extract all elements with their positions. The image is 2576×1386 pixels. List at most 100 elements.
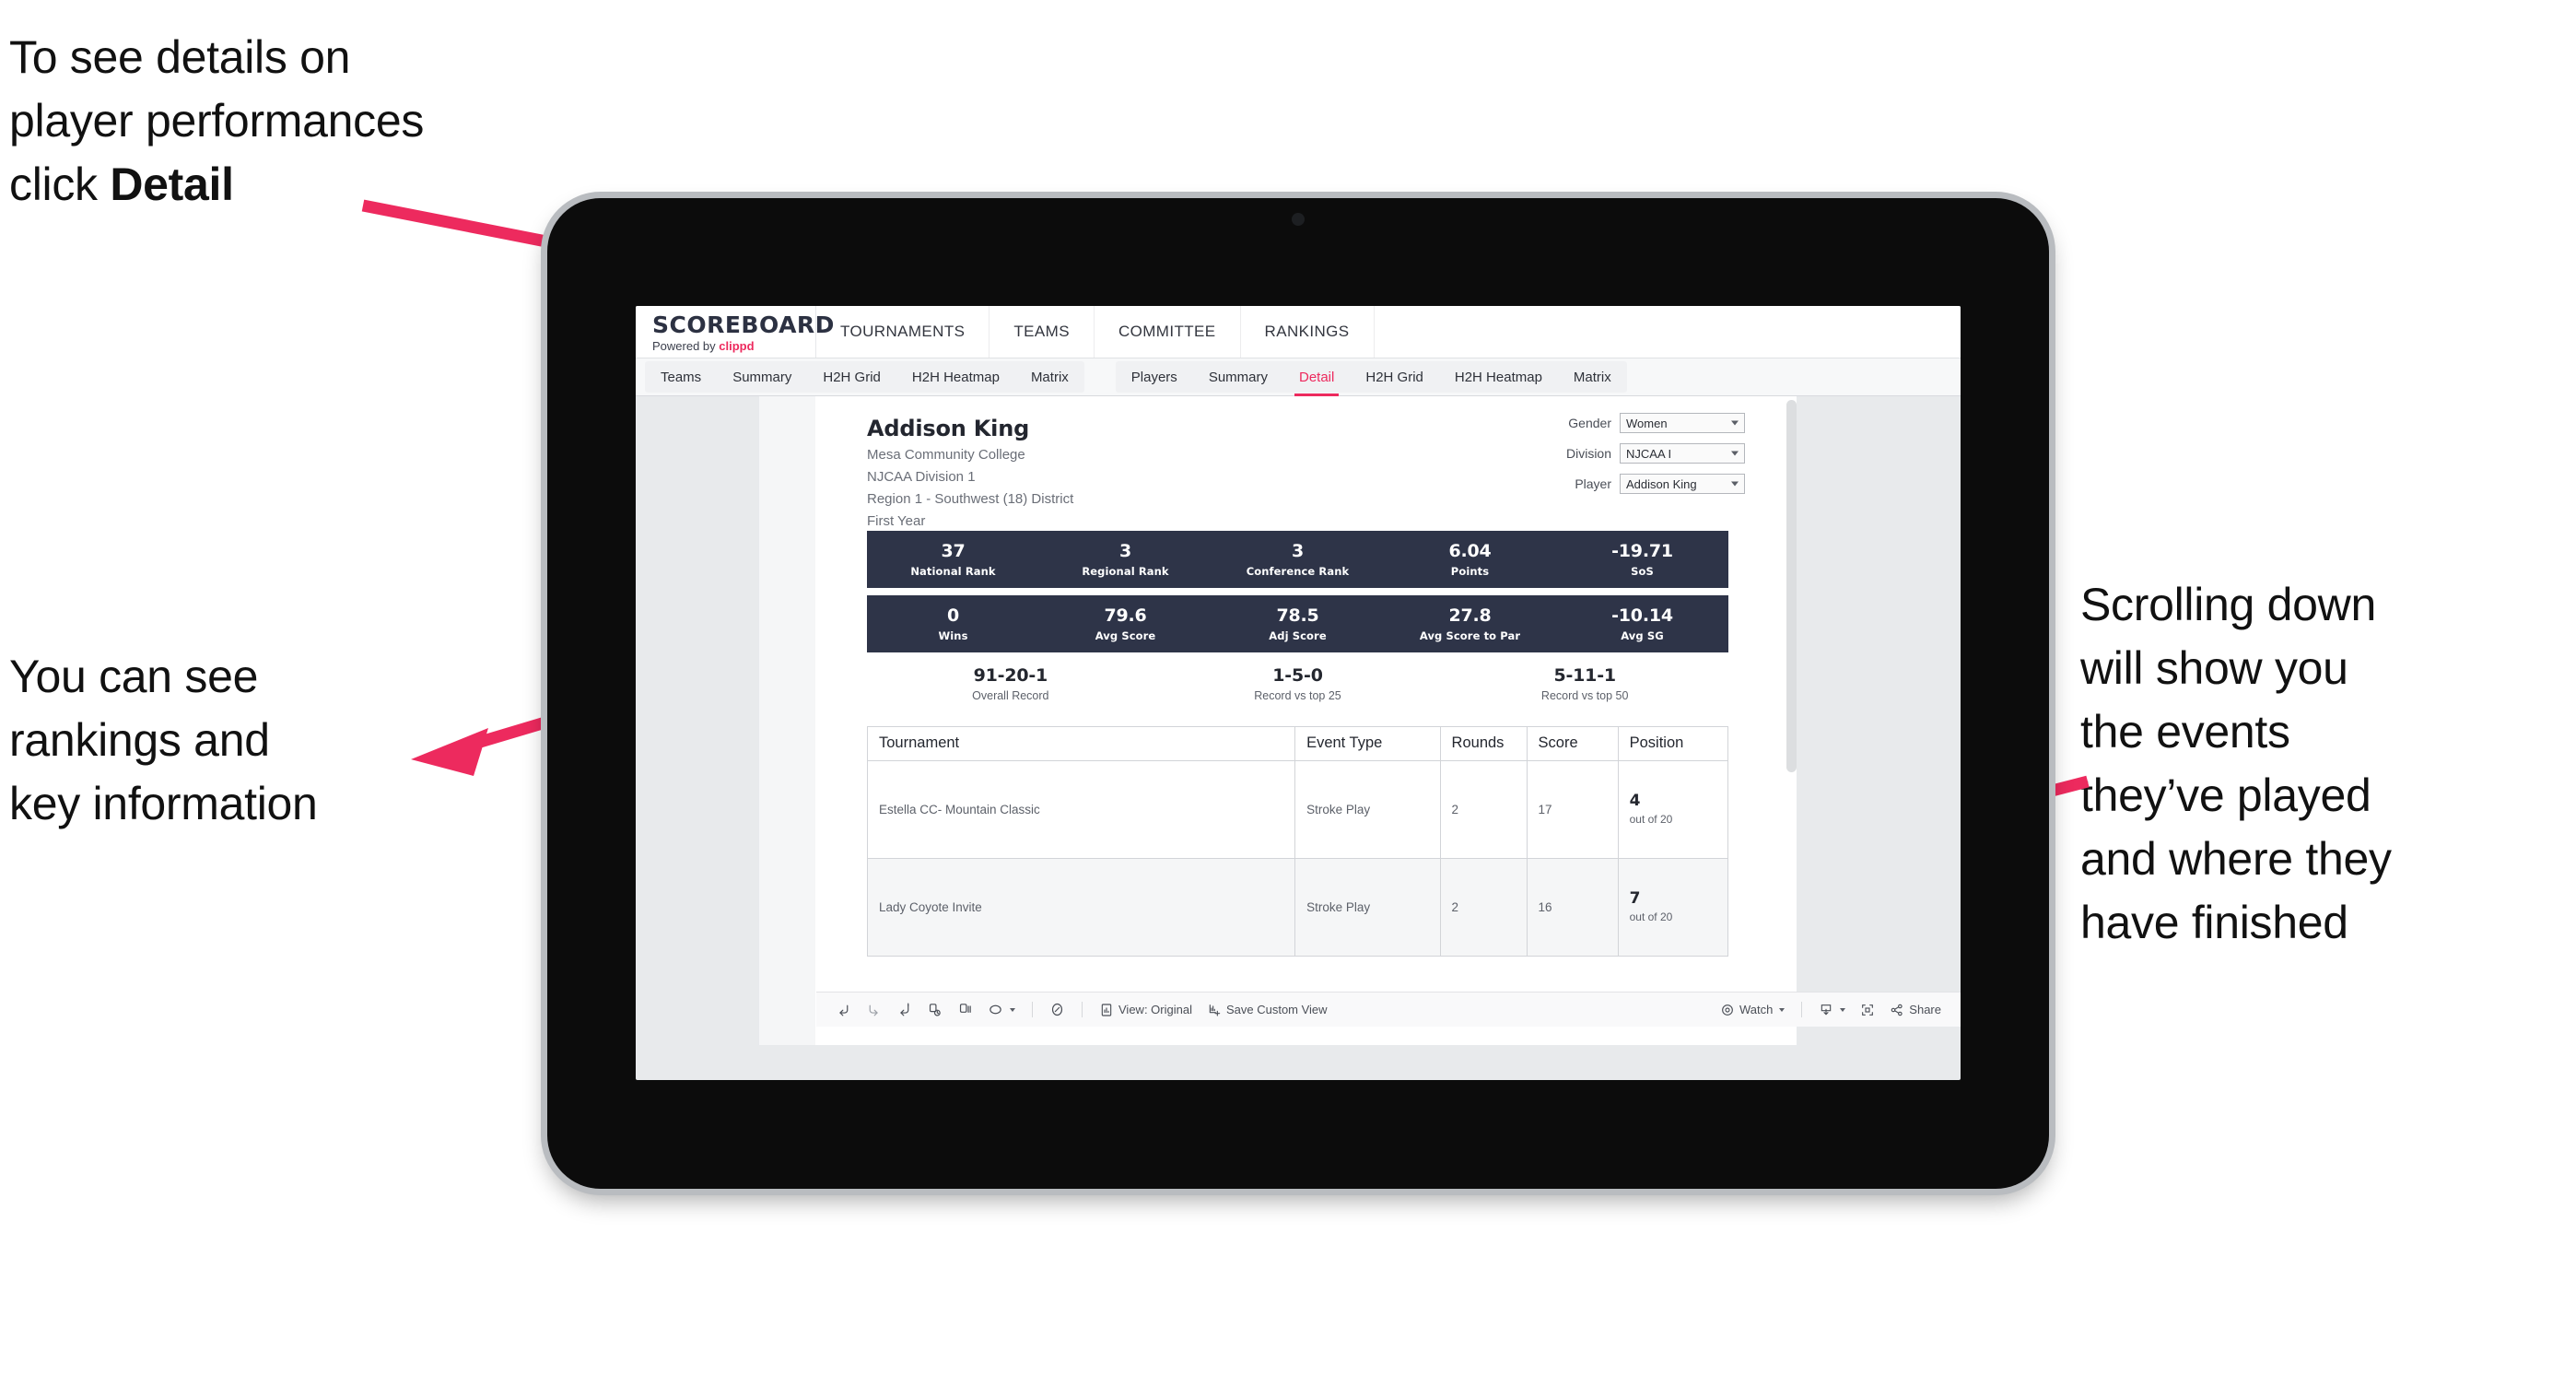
column-header-rounds[interactable]: Rounds xyxy=(1440,727,1528,761)
stat-wins-label: Wins xyxy=(938,628,968,642)
revert-icon xyxy=(896,1002,912,1017)
tab-players-summary[interactable]: Summary xyxy=(1193,361,1283,393)
undo-history-dropdown[interactable] xyxy=(981,998,1022,1022)
stat-points: 6.04 Points xyxy=(1384,541,1556,578)
stat-avg-score-to-par-label: Avg Score to Par xyxy=(1419,628,1521,642)
column-header-score[interactable]: Score xyxy=(1527,727,1619,761)
stat-wins-value: 0 xyxy=(946,605,960,627)
column-header-event-type[interactable]: Event Type xyxy=(1294,727,1441,761)
download-icon xyxy=(1819,1003,1833,1017)
tab-players-h2h-grid[interactable]: H2H Grid xyxy=(1350,361,1439,393)
stat-sos: -19.71 SoS xyxy=(1556,541,1728,578)
tab-teams-h2h-grid[interactable]: H2H Grid xyxy=(807,361,896,393)
top-nav-item-committee[interactable]: COMMITTEE xyxy=(1095,306,1241,358)
tab-players-matrix[interactable]: Matrix xyxy=(1558,361,1627,393)
cell-position-value: 4 xyxy=(1629,792,1641,811)
filter-player-select[interactable]: Addison King xyxy=(1620,474,1745,494)
players-tab-group: Players Summary Detail H2H Grid H2H Heat… xyxy=(1115,361,1627,396)
save-view-icon xyxy=(1207,1003,1222,1017)
save-custom-view-button[interactable]: Save Custom View xyxy=(1200,998,1334,1022)
stat-adj-score: 78.5 Adj Score xyxy=(1212,605,1384,642)
redo-button[interactable] xyxy=(860,998,888,1022)
record-top50-value: 5-11-1 xyxy=(1553,665,1616,686)
column-header-tournament[interactable]: Tournament xyxy=(868,727,1296,761)
view-original-button[interactable]: View: Original xyxy=(1093,998,1199,1022)
tab-teams-matrix[interactable]: Matrix xyxy=(1015,361,1084,393)
cell-rounds: 2 xyxy=(1440,760,1528,859)
filter-player-label: Player xyxy=(1575,476,1611,491)
player-region: Region 1 - Southwest (18) District xyxy=(867,491,1074,508)
record-top50: 5-11-1 Record vs top 50 xyxy=(1441,665,1728,702)
download-button[interactable] xyxy=(1812,998,1852,1022)
refresh-data-button[interactable] xyxy=(920,998,949,1022)
filter-division-label: Division xyxy=(1565,446,1611,461)
dashboard-content: Addison King Mesa Community College NJCA… xyxy=(815,396,1797,1045)
table-row[interactable]: Lady Coyote Invite Stroke Play 2 16 7 ou… xyxy=(868,858,1729,957)
stat-national-rank-label: National Rank xyxy=(910,564,996,578)
chevron-down-icon xyxy=(1731,451,1739,456)
pause-updates-icon xyxy=(957,1002,973,1017)
filter-player: Player Addison King xyxy=(1566,474,1745,494)
filter-division-select[interactable]: NJCAA I xyxy=(1620,443,1745,464)
refresh-data-icon xyxy=(927,1002,943,1017)
brand-title: SCOREBOARD xyxy=(652,311,835,338)
top-nav-item-teams[interactable]: TEAMS xyxy=(989,306,1095,358)
top-nav-item-tournaments[interactable]: TOURNAMENTS xyxy=(816,306,990,358)
stat-regional-rank: 3 Regional Rank xyxy=(1039,541,1212,578)
pause-auto-update-button[interactable] xyxy=(1043,998,1071,1022)
record-overall: 91-20-1 Overall Record xyxy=(867,665,1154,702)
watch-button[interactable]: Watch xyxy=(1714,998,1791,1022)
filter-player-value: Addison King xyxy=(1626,476,1697,491)
filter-division: Division NJCAA I xyxy=(1566,443,1745,464)
stat-avg-score-to-par-value: 27.8 xyxy=(1448,605,1492,627)
tab-teams[interactable]: Teams xyxy=(645,361,717,393)
vertical-scrollbar[interactable] xyxy=(1786,400,1797,772)
undo-icon xyxy=(836,1002,851,1017)
tab-players-detail[interactable]: Detail xyxy=(1283,361,1350,396)
column-header-position[interactable]: Position xyxy=(1618,727,1729,761)
callout-rankings: You can see rankings and key information xyxy=(9,651,318,829)
cell-score: 17 xyxy=(1527,760,1619,859)
filter-gender-label: Gender xyxy=(1568,416,1611,430)
filter-gender: Gender Women xyxy=(1566,413,1745,433)
stat-bar-rankings: 37 National Rank 3 Regional Rank 3 Confe… xyxy=(867,531,1728,588)
slide-canvas: To see details on player performances cl… xyxy=(0,0,2576,1386)
callout-scrolling: Scrolling down will show you the events … xyxy=(2080,579,2392,948)
stat-bar-scoring: 0 Wins 79.6 Avg Score 78.5 Adj Score 27.… xyxy=(867,595,1728,652)
tab-teams-summary[interactable]: Summary xyxy=(717,361,807,393)
cell-position-sub: out of 20 xyxy=(1629,812,1673,826)
stat-sos-value: -19.71 xyxy=(1611,541,1673,562)
events-table: Tournament Event Type Rounds Score Posit… xyxy=(867,726,1729,957)
top-nav-item-rankings[interactable]: RANKINGS xyxy=(1241,306,1375,358)
record-overall-value: 91-20-1 xyxy=(973,665,1048,686)
stat-conference-rank: 3 Conference Rank xyxy=(1212,541,1384,578)
callout-detail-emphasis: Detail xyxy=(110,159,234,210)
callout-detail: To see details on player performances cl… xyxy=(9,26,645,217)
stat-avg-sg-label: Avg SG xyxy=(1621,628,1664,642)
record-top50-label: Record vs top 50 xyxy=(1540,688,1629,702)
share-button[interactable]: Share xyxy=(1883,998,1948,1022)
pause-updates-button[interactable] xyxy=(951,998,979,1022)
records-row: 91-20-1 Overall Record 1-5-0 Record vs t… xyxy=(867,665,1728,702)
fullscreen-button[interactable] xyxy=(1854,998,1881,1022)
brand-logo: SCOREBOARD Powered by clippd xyxy=(636,306,835,358)
redo-icon xyxy=(866,1002,882,1017)
undo-button[interactable] xyxy=(829,998,858,1022)
brand-clippd: clippd xyxy=(719,339,755,353)
tab-players[interactable]: Players xyxy=(1116,361,1193,393)
cell-score: 16 xyxy=(1527,858,1619,957)
watch-icon xyxy=(1720,1003,1735,1017)
record-overall-label: Overall Record xyxy=(972,688,1049,702)
tab-teams-h2h-heatmap[interactable]: H2H Heatmap xyxy=(896,361,1015,393)
tab-players-h2h-heatmap[interactable]: H2H Heatmap xyxy=(1439,361,1558,393)
save-custom-view-label: Save Custom View xyxy=(1225,1003,1328,1016)
app-top-bar: SCOREBOARD Powered by clippd TOURNAMENTS… xyxy=(636,306,1961,358)
toolbar-divider xyxy=(1032,1002,1033,1017)
player-school: Mesa Community College xyxy=(867,446,1025,463)
stat-regional-rank-value: 3 xyxy=(1118,541,1132,562)
fullscreen-icon xyxy=(1860,1003,1875,1017)
stat-conference-rank-label: Conference Rank xyxy=(1246,564,1350,578)
table-row[interactable]: Estella CC- Mountain Classic Stroke Play… xyxy=(868,760,1729,859)
revert-button[interactable] xyxy=(890,998,919,1022)
filter-gender-select[interactable]: Women xyxy=(1620,413,1745,433)
